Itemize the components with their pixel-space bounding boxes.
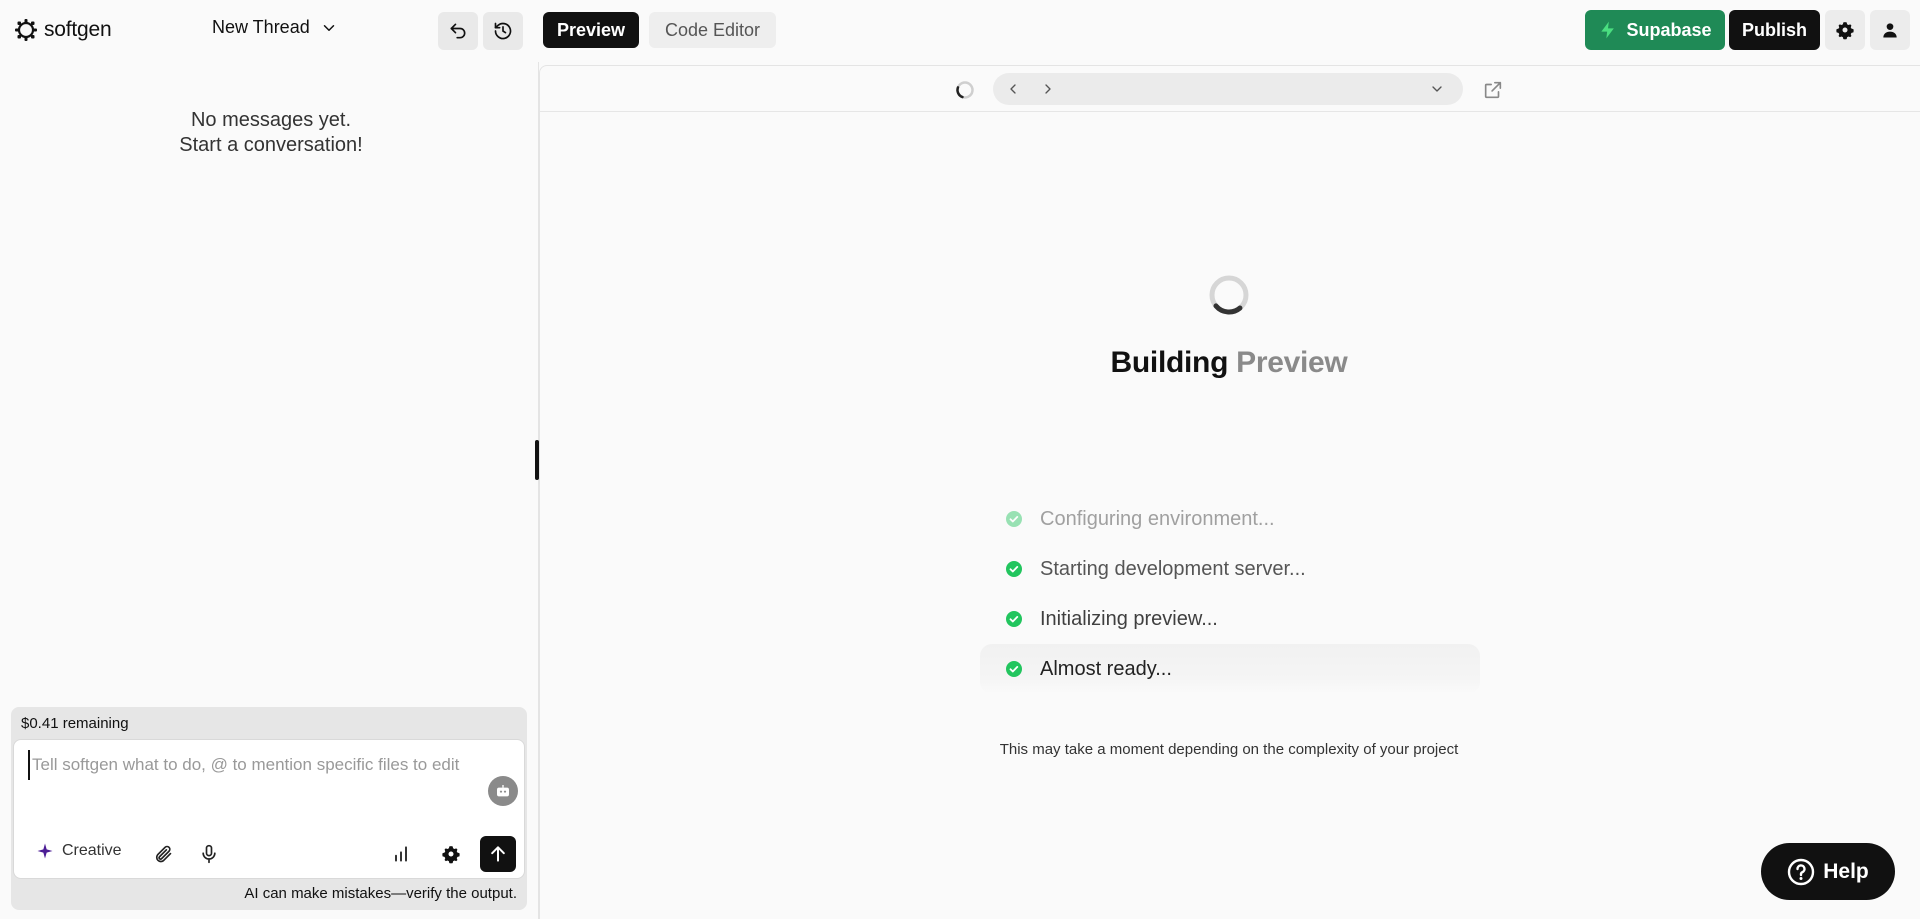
url-dropdown-button[interactable] bbox=[1427, 79, 1447, 99]
attach-button[interactable] bbox=[151, 842, 175, 866]
empty-state-line1: No messages yet. bbox=[190, 109, 352, 131]
composer: Creative bbox=[13, 739, 525, 879]
lightning-icon bbox=[1601, 21, 1615, 39]
undo-button[interactable] bbox=[438, 12, 478, 50]
preview-browser-bar bbox=[540, 66, 1920, 112]
agent-button[interactable] bbox=[488, 776, 518, 806]
undo-icon bbox=[450, 23, 466, 39]
tab-code-editor[interactable]: Code Editor bbox=[649, 12, 776, 48]
composer-settings-button[interactable] bbox=[439, 842, 463, 866]
empty-state: No messages yet. Start a conversation! bbox=[0, 108, 542, 158]
history-button[interactable] bbox=[483, 12, 523, 50]
supabase-label: Supabase bbox=[1626, 19, 1712, 40]
stats-button[interactable] bbox=[389, 842, 413, 866]
microphone-button[interactable] bbox=[197, 842, 221, 866]
bar-chart-icon bbox=[395, 846, 407, 862]
title-main: Building bbox=[1110, 346, 1229, 379]
build-step-label: Starting development server... bbox=[1040, 557, 1306, 580]
user-icon bbox=[1883, 23, 1897, 38]
history-icon bbox=[494, 22, 512, 40]
build-step: Initializing preview... bbox=[980, 594, 1480, 644]
check-circle-icon bbox=[1006, 511, 1022, 527]
prompt-input[interactable] bbox=[28, 750, 498, 780]
external-link-icon[interactable] bbox=[1482, 79, 1504, 101]
check-circle-icon bbox=[1006, 661, 1022, 677]
help-label: Help bbox=[1823, 859, 1869, 883]
preview-panel: Building Preview Configuring environment… bbox=[539, 65, 1920, 919]
settings-button[interactable] bbox=[1825, 10, 1865, 50]
microphone-icon bbox=[202, 844, 216, 864]
credits-remaining: $0.41 remaining bbox=[21, 715, 129, 732]
publish-button[interactable]: Publish bbox=[1729, 10, 1820, 50]
chevron-right-icon bbox=[1045, 84, 1051, 94]
softgen-logo-icon bbox=[15, 19, 37, 41]
help-button[interactable]: Help bbox=[1761, 843, 1895, 900]
top-bar: softgen New Thread Preview Code Editor S… bbox=[0, 0, 1920, 62]
url-bar[interactable] bbox=[993, 73, 1463, 105]
gear-icon bbox=[1836, 22, 1854, 40]
title-faded: Preview bbox=[1236, 346, 1348, 379]
build-step-label: Configuring environment... bbox=[1040, 507, 1275, 530]
bot-icon bbox=[497, 785, 509, 797]
creative-mode-button[interactable]: Creative bbox=[36, 842, 122, 860]
build-step: Configuring environment... bbox=[980, 494, 1480, 544]
build-step: Starting development server... bbox=[980, 544, 1480, 594]
building-spinner-icon bbox=[1209, 275, 1249, 315]
creative-mode-label: Creative bbox=[62, 842, 122, 859]
paperclip-icon bbox=[155, 845, 172, 863]
ai-disclaimer: AI can make mistakes—verify the output. bbox=[244, 885, 517, 902]
build-step-label: Initializing preview... bbox=[1040, 607, 1218, 630]
send-button[interactable] bbox=[480, 836, 516, 872]
softgen-logo[interactable]: softgen bbox=[14, 18, 112, 42]
check-circle-icon bbox=[1006, 611, 1022, 627]
check-circle-icon bbox=[1006, 561, 1022, 577]
thread-selector[interactable]: New Thread bbox=[212, 17, 338, 38]
empty-state-line2: Start a conversation! bbox=[179, 134, 363, 156]
composer-container: $0.41 remaining Creative bbox=[11, 707, 527, 910]
composer-toolbar: Creative bbox=[14, 834, 524, 874]
forward-button[interactable] bbox=[1038, 79, 1058, 99]
chevron-left-icon bbox=[1010, 84, 1016, 94]
gear-icon bbox=[442, 846, 460, 864]
thread-title: New Thread bbox=[212, 17, 310, 37]
chevron-down-icon bbox=[323, 24, 334, 31]
arrow-up-icon bbox=[491, 846, 505, 862]
user-button[interactable] bbox=[1870, 10, 1910, 50]
loading-spinner-icon bbox=[956, 81, 974, 99]
back-button[interactable] bbox=[1003, 79, 1023, 99]
chevron-down-icon bbox=[1432, 86, 1442, 92]
sparkle-icon bbox=[37, 843, 53, 859]
build-step-label: Almost ready... bbox=[1040, 657, 1172, 680]
build-steps: Configuring environment... Starting deve… bbox=[980, 494, 1480, 694]
building-preview-title: Building Preview bbox=[540, 346, 1918, 380]
build-hint: This may take a moment depending on the … bbox=[999, 741, 1459, 758]
logo-text: softgen bbox=[44, 18, 112, 41]
help-circle-icon bbox=[1788, 858, 1815, 885]
tab-preview[interactable]: Preview bbox=[543, 12, 639, 48]
build-step-current: Almost ready... bbox=[980, 644, 1480, 694]
supabase-button[interactable]: Supabase bbox=[1585, 10, 1725, 50]
